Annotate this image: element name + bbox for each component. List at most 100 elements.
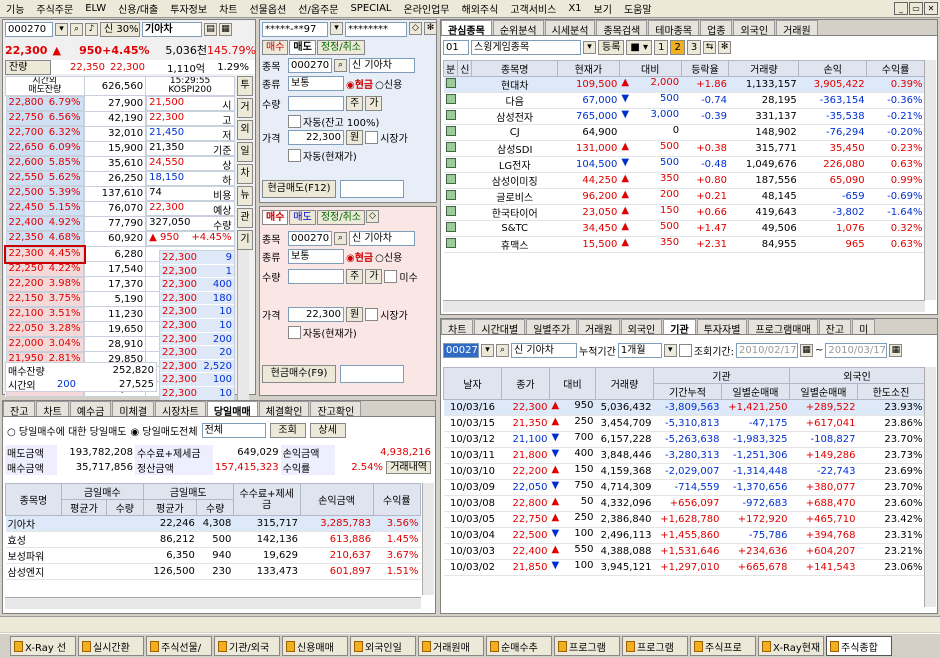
ask-row[interactable]: 22,550 5.62% 26,250 18,150 하 (5, 170, 235, 187)
page-3[interactable]: 3 (686, 40, 702, 55)
market-checkbox[interactable] (365, 131, 379, 144)
chart-icon[interactable] (444, 173, 458, 189)
daily-row[interactable]: 10/03/08 22,800 ▲ 50 4,332,096 +656,097 -972,6… (443, 496, 925, 512)
tab-balance-tabs-0[interactable]: 잔고 (3, 401, 36, 416)
watch-row[interactable]: 글로비스 96,200 ▲ 200 +0.21 48,145 -659 -0.69% (443, 189, 925, 205)
stock-name[interactable]: 한국타이어 (472, 205, 558, 221)
side-tab-3[interactable]: 일 (237, 142, 253, 162)
daily-row[interactable]: 10/03/09 22,050 ▼ 750 4,714,309 -714,559 -1,37… (443, 480, 925, 496)
balance-scrollbar[interactable] (422, 483, 434, 595)
unit-button[interactable]: 주 (346, 269, 364, 284)
tab-balance-tabs-4[interactable]: 시장차트 (155, 401, 206, 416)
view-mode-button[interactable]: ■ ▾ (626, 40, 653, 55)
menu-item-13[interactable]: 보기 (588, 1, 618, 16)
ask-row[interactable]: 22,650 6.09% 15,900 21,350 기준 (5, 140, 235, 157)
stock-name[interactable]: CJ (472, 125, 558, 141)
task-button[interactable]: 신용매매 (282, 636, 348, 656)
chart-icon[interactable] (444, 93, 458, 109)
tab-balance-tabs-5[interactable]: 당일매매 (206, 401, 258, 416)
daily-row[interactable]: 10/03/10 22,200 ▲ 150 4,159,368 -2,029,007 -1,… (443, 464, 925, 480)
chart-icon[interactable] (444, 109, 458, 125)
ask-price[interactable]: 22,600 5.85% (5, 156, 84, 171)
daily-row[interactable]: 10/03/05 22,750 ▲ 250 2,386,840 +1,628,780 +17… (443, 512, 925, 528)
tab-balance-tabs-6[interactable]: 체결확인 (258, 401, 310, 416)
task-button[interactable]: 기관/외국 (214, 636, 280, 656)
group-select[interactable]: 스윙게임종목 (471, 40, 581, 55)
lock-icon[interactable]: ▦ (219, 23, 232, 36)
menu-item-12[interactable]: X1 (562, 3, 587, 14)
dropdown-icon[interactable]: ▾ (583, 41, 596, 54)
detail-button[interactable]: 상세 (309, 423, 346, 438)
chart-icon[interactable] (444, 221, 458, 237)
stock-name[interactable]: 다음 (472, 93, 558, 109)
close-icon[interactable]: ✕ (924, 2, 938, 15)
partial-checkbox[interactable] (384, 270, 398, 283)
watch-col-4[interactable]: 대비 (618, 60, 682, 77)
bid-price[interactable]: 22,000 3.04% (5, 336, 84, 352)
side-tab-5[interactable]: 뉴 (237, 186, 253, 206)
daily-row[interactable]: 10/03/04 22,500 ▼ 100 2,496,113 +1,455,860 -75… (443, 528, 925, 544)
daily-row[interactable]: 10/03/02 21,850 ▼ 100 3,945,121 +1,297,010 +66… (443, 560, 925, 576)
ask-row[interactable]: 22,450 5.15% 76,070 22,300 예상 (5, 200, 235, 217)
filter-select[interactable]: 전체 (201, 423, 266, 438)
auto-current-checkbox[interactable] (288, 326, 301, 339)
tab-daily-tabs-6[interactable]: 투자자별 (696, 319, 748, 334)
cash-buy-button[interactable]: 현금매수(F9) (262, 365, 336, 383)
tab-daily-tabs-0[interactable]: 차트 (441, 319, 474, 334)
stock-name[interactable]: 글로비스 (472, 189, 558, 205)
task-button[interactable]: 프로그램 (554, 636, 620, 656)
daily-row[interactable]: 10/03/12 21,100 ▼ 700 6,157,228 -5,263,638 -1,… (443, 432, 925, 448)
eraser-icon[interactable]: ◇ (365, 210, 379, 223)
ask-price[interactable]: 22,550 5.62% (5, 171, 84, 186)
page-1[interactable]: 1 (654, 40, 669, 55)
query-button[interactable]: 조회 (269, 423, 306, 438)
ask-price[interactable]: 22,450 5.15% (5, 201, 84, 216)
menu-item-4[interactable]: 투자정보 (164, 1, 213, 16)
bid-price[interactable]: 22,050 3.28% (5, 321, 84, 337)
gear-icon[interactable]: ✻ (718, 41, 732, 54)
watch-row[interactable]: 다음 67,000 ▼ 500 -0.74 28,195 -363,154 -0.36% (443, 93, 925, 109)
daily-row[interactable]: 10/03/03 22,400 ▲ 550 4,388,088 +1,531,646 +23… (443, 544, 925, 560)
won-button[interactable]: 원 (346, 130, 364, 145)
task-button[interactable]: 주식프로 (690, 636, 756, 656)
watch-row[interactable]: 휴맥스 15,500 ▲ 350 +2.31 84,955 965 0.63% (443, 237, 925, 253)
market-checkbox[interactable] (365, 308, 379, 321)
daily-row[interactable]: 10/03/15 21,350 ▲ 250 3,454,709 -5,310,813 -47… (443, 416, 925, 432)
tab-watch-tabs-7[interactable]: 거래원 (776, 20, 818, 35)
task-button[interactable]: X-Ray 선 (10, 636, 76, 656)
menu-item-9[interactable]: 온라인업무 (398, 1, 456, 16)
balance-row[interactable]: 보성파워 6,350 940 19,629 210,637 3.67% (5, 548, 421, 564)
price-button[interactable]: 가 (365, 96, 383, 111)
menu-item-6[interactable]: 선물옵션 (243, 1, 292, 16)
stock-name[interactable]: 현대차 (472, 77, 558, 93)
ask-price[interactable]: 22,650 6.09% (5, 141, 84, 156)
tab-modify[interactable]: 정정/취소 (316, 40, 365, 55)
task-button[interactable]: 순매수추 (486, 636, 552, 656)
calendar-icon[interactable]: ▦ (799, 344, 813, 357)
dropdown-icon[interactable]: ▾ (55, 23, 68, 36)
account-input[interactable]: *****-**97 (262, 22, 328, 37)
ask-price[interactable]: 22,400 4.92% (5, 216, 84, 231)
balance-hscroll[interactable] (5, 597, 421, 609)
chart-icon[interactable] (444, 157, 458, 173)
remain-select[interactable]: 잔량 (5, 59, 51, 75)
tab-balance-tabs-1[interactable]: 차트 (36, 401, 69, 416)
cash-radio[interactable]: ◉현금 (346, 249, 373, 264)
chart-icon[interactable] (444, 189, 458, 205)
to-date[interactable]: 2010/03/17 (825, 343, 888, 358)
side-tab-7[interactable]: 기 (237, 230, 253, 250)
side-tab-1[interactable]: 거 (237, 98, 253, 118)
menu-item-11[interactable]: 고객서비스 (504, 1, 562, 16)
register-button[interactable]: 등록 (598, 40, 625, 55)
from-date[interactable]: 2010/02/17 (735, 343, 798, 358)
eraser-icon[interactable]: ◇ (409, 22, 422, 35)
buy-kind-select[interactable]: 보통 (288, 249, 344, 264)
task-button[interactable]: 외국인일 (350, 636, 416, 656)
tab-watch-tabs-1[interactable]: 순위분석 (492, 20, 544, 35)
task-button[interactable]: 주식선물/ (146, 636, 212, 656)
task-button[interactable]: 실시간환 (78, 636, 144, 656)
balance-row[interactable]: 삼성엔지 126,500 230 133,473 601,897 1.51% (5, 564, 421, 580)
menu-item-2[interactable]: ELW (79, 3, 112, 14)
tab-sell[interactable]: 매도 (289, 210, 316, 225)
stock-name[interactable]: 삼성이미징 (472, 173, 558, 189)
